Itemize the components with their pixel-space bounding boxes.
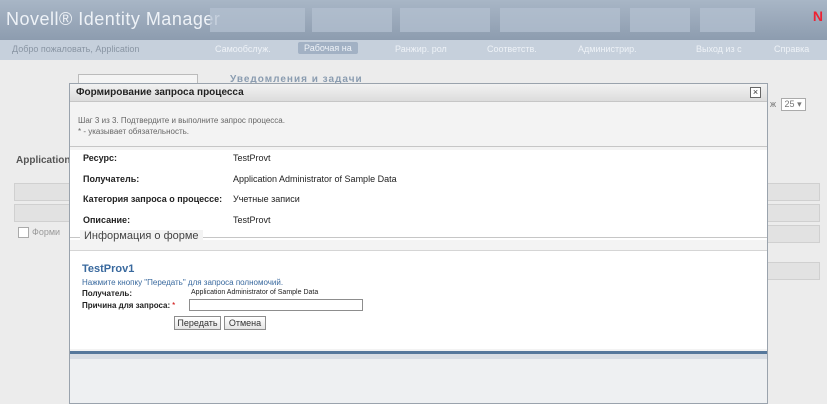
detail-label: Категория запроса о процессе: xyxy=(83,194,223,204)
reason-label: Причина для запроса: xyxy=(82,301,171,310)
app-header: Novell® Identity Manager N xyxy=(0,0,827,40)
page-size-value: 25 xyxy=(784,99,795,109)
required-note: * - указывает обязательность. xyxy=(78,127,189,136)
form-box: TestProv1 Нажмите кнопку "Передать" для … xyxy=(70,250,767,349)
request-details: Ресурс: TestProvt Получатель: Applicatio… xyxy=(70,150,767,240)
tab-logout[interactable]: Выход из с xyxy=(696,44,742,54)
top-navigation: Добро пожаловать, Application Самообслуж… xyxy=(0,40,827,60)
tab-work-dashboard[interactable]: Рабочая на xyxy=(298,42,358,54)
form-recipient-label: Получатель: xyxy=(82,289,132,298)
tab-roles[interactable]: Ранжир. рол xyxy=(395,44,447,54)
chevron-down-icon: ▾ xyxy=(797,99,802,109)
close-icon[interactable]: × xyxy=(750,87,761,98)
detail-label: Ресурс: xyxy=(83,153,118,163)
page-size-select[interactable]: 25 ▾ xyxy=(780,98,806,111)
required-mark: * xyxy=(172,301,176,310)
form-recipient-value: Application Administrator of Sample Data xyxy=(191,289,319,296)
form-hint: Нажмите кнопку "Передать" для запроса по… xyxy=(82,278,284,287)
background-pager: ж 25 ▾ xyxy=(770,98,806,111)
app-title: Novell® Identity Manager xyxy=(6,9,221,29)
pager-label: ж xyxy=(770,99,777,109)
step-instructions: Шаг 3 из 3. Подтвердите и выполните запр… xyxy=(78,115,285,137)
detail-value: Учетные записи xyxy=(233,194,300,204)
background-row xyxy=(14,183,76,201)
detail-value: Application Administrator of Sample Data xyxy=(233,174,397,184)
dialog-titlebar: Формирование запроса процесса × xyxy=(70,84,767,102)
tab-help[interactable]: Справка xyxy=(774,44,809,54)
submit-button[interactable]: Передать xyxy=(174,316,221,330)
detail-value: TestProvt xyxy=(233,215,271,225)
tab-self-service[interactable]: Самообслуж. xyxy=(215,44,271,54)
header-decoration xyxy=(200,0,800,40)
form-reason-row: Причина для запроса: * xyxy=(82,299,363,311)
form-info-legend: Информация о форме xyxy=(80,230,203,242)
checkbox-icon xyxy=(18,227,29,239)
background-form-checkbox-label: Форми xyxy=(32,227,61,237)
form-info-section: Информация о форме TestProv1 Нажмите кно… xyxy=(70,230,767,349)
form-name: TestProv1 xyxy=(82,263,135,275)
cancel-button[interactable]: Отмена xyxy=(224,316,266,330)
background-row xyxy=(14,204,76,222)
reason-input[interactable] xyxy=(189,299,363,311)
background-form-checkbox[interactable]: Форми xyxy=(18,227,61,239)
dialog-footer xyxy=(70,359,767,403)
step-line: Шаг 3 из 3. Подтвердите и выполните запр… xyxy=(78,116,285,125)
background-application-label: Application xyxy=(16,155,71,166)
form-recipient-row: Получатель: Application Administrator of… xyxy=(82,289,318,298)
tab-administration[interactable]: Администрир. xyxy=(578,44,637,54)
detail-label: Получатель: xyxy=(83,174,140,184)
dialog-title: Формирование запроса процесса xyxy=(76,87,244,98)
detail-value: TestProvt xyxy=(233,153,271,163)
welcome-text: Добро пожаловать, Application xyxy=(12,44,140,54)
process-request-dialog: Формирование запроса процесса × Шаг 3 из… xyxy=(69,83,768,404)
divider xyxy=(70,146,767,147)
brand-corner-mark: N xyxy=(812,8,823,24)
detail-label: Описание: xyxy=(83,215,131,225)
tab-compliance[interactable]: Соответств. xyxy=(487,44,537,54)
